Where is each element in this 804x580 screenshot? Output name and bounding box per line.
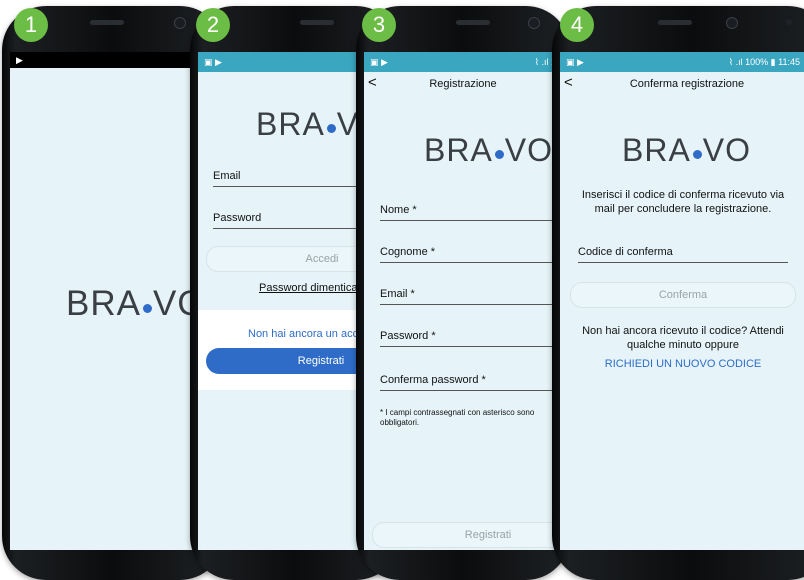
screen-splash: ▶ ⌇ ▪ BRAVO [10, 52, 216, 550]
confirmation-code-field[interactable]: Codice di conferma [578, 246, 788, 263]
status-icons-left: ▣ ▶ [204, 56, 222, 67]
step-badge-3: 3 [362, 8, 396, 42]
status-bar: ▣ ▶ ⌇ .ıl 1 [364, 52, 562, 72]
sensor-icon [786, 19, 792, 25]
speaker-grille [658, 20, 692, 25]
page-title: Conferma registrazione [629, 78, 745, 90]
name-field[interactable]: Nome * [380, 204, 556, 221]
speaker-grille [90, 20, 124, 25]
logo-dot-icon [692, 150, 702, 159]
status-bar: ▣ ▶ ⌇ .ıl 100% ▮ 11:45 [560, 52, 804, 72]
request-new-code-link[interactable]: RICHIEDI UN NUOVO CODICE [574, 358, 792, 370]
nav-bar: < Registrazione [364, 72, 562, 96]
password-field[interactable]: Password * [380, 330, 556, 347]
front-camera-icon [726, 17, 738, 29]
register-button[interactable]: Registrati [372, 522, 562, 548]
logo-dot-icon [142, 304, 152, 313]
code-not-received-text: Non hai ancora ricevuto il codice? Atten… [582, 325, 784, 351]
status-icons-left: ▣ ▶ [566, 56, 584, 67]
step-badge-2: 2 [196, 8, 230, 42]
confirm-button[interactable]: Conferma [570, 282, 796, 308]
status-icons-right: ⌇ .ıl 100% ▮ 11:45 [728, 56, 800, 67]
bravo-logo: BRAVO [622, 132, 752, 168]
status-bar: ▶ ⌇ ▪ [10, 52, 216, 68]
email-field[interactable]: Email * [380, 288, 556, 305]
phone-3: ▣ ▶ ⌇ .ıl 1 < Registrazione BRA VO Nome *… [356, 6, 570, 580]
required-fields-note: * I campi contrassegnati con asterisco s… [380, 408, 535, 427]
status-icons-left: ▣ ▶ [370, 56, 388, 67]
speaker-grille [300, 20, 334, 25]
logo-dot-icon [494, 150, 504, 159]
instructions-text: Inserisci il codice di conferma ricevuto… [581, 189, 785, 215]
front-camera-icon [528, 17, 540, 29]
front-camera-icon [174, 17, 186, 29]
bravo-logo: BRAVO [424, 132, 554, 168]
page-title: Registrazione [429, 78, 497, 90]
step-badge-1: 1 [14, 8, 48, 42]
confirm-password-field[interactable]: Conferma password * [380, 374, 556, 391]
bravo-logo: BRAVO [66, 284, 206, 323]
step-badge-4: 4 [560, 8, 594, 42]
logo-dot-icon [326, 124, 336, 133]
screen-confirm-registration: ▣ ▶ ⌇ .ıl 100% ▮ 11:45 < Conferma regist… [560, 52, 804, 550]
speaker-grille [456, 20, 490, 25]
phone-4: ▣ ▶ ⌇ .ıl 100% ▮ 11:45 < Conferma regist… [552, 6, 804, 580]
screen-registration: ▣ ▶ ⌇ .ıl 1 < Registrazione BRA VO Nome *… [364, 52, 562, 550]
surname-field[interactable]: Cognome * [380, 246, 556, 263]
status-icons-left: ▶ [16, 54, 23, 65]
nav-bar: < Conferma registrazione [560, 72, 804, 96]
